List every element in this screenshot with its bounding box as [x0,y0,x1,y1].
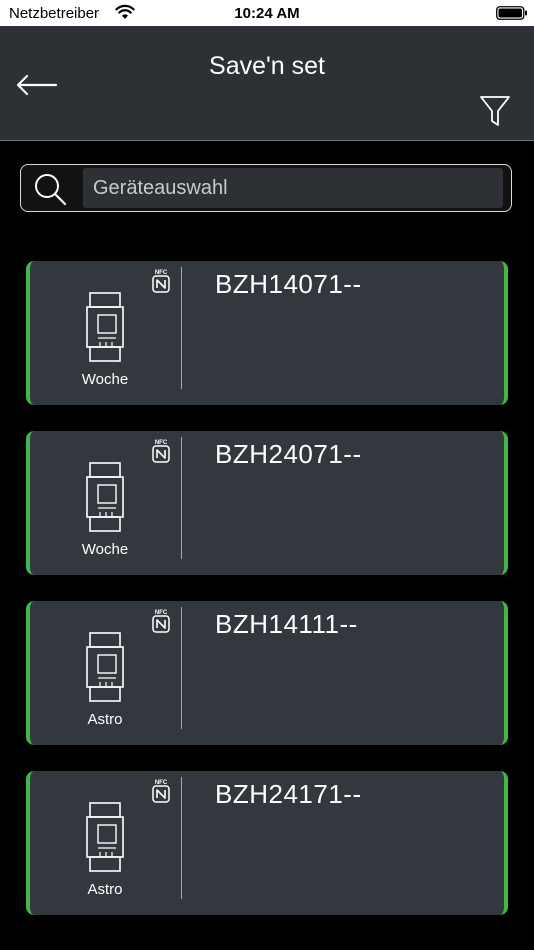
card-divider [181,607,182,729]
timer-device-icon [86,802,124,872]
svg-text:NFC: NFC [155,610,168,616]
device-type: Woche [81,541,129,558]
nfc-icon: NFC [152,610,170,633]
device-card[interactable]: NFC Woche BZH24071-- [26,431,508,575]
search-icon [35,174,67,206]
card-divider [181,267,182,389]
filter-funnel-icon [480,96,510,126]
timer-device-icon [86,632,124,702]
svg-text:NFC: NFC [155,270,168,276]
card-divider [181,777,182,899]
timer-device-icon [86,462,124,532]
page-title: Save'n set [209,52,325,80]
status-bar: Netzbetreiber 10:24 AM [0,0,534,26]
svg-text:NFC: NFC [155,780,168,786]
nfc-icon: NFC [152,270,170,293]
card-divider [181,437,182,559]
search-input[interactable] [83,168,503,208]
timer-device-icon [86,292,124,362]
nfc-icon: NFC [152,440,170,463]
search-bar [20,164,512,212]
filter-button[interactable] [478,93,512,129]
device-card[interactable]: NFC Woche BZH14071-- [26,261,508,405]
clock: 10:24 AM [234,5,300,22]
battery-icon [496,6,527,20]
device-type: Astro [87,881,123,898]
device-name: BZH14071-- [215,269,362,299]
device-card[interactable]: NFC Astro BZH24171-- [26,771,508,915]
search-icon-button[interactable] [21,165,81,211]
svg-text:NFC: NFC [155,440,168,446]
device-name: BZH14111-- [215,609,358,639]
device-name: BZH24071-- [215,439,362,469]
device-type: Woche [81,371,129,388]
device-name: BZH24171-- [215,779,362,809]
device-card[interactable]: NFC Astro BZH14111-- [26,601,508,745]
device-type: Astro [87,711,123,728]
nfc-icon: NFC [152,780,170,803]
header: Save'n set [0,26,534,141]
